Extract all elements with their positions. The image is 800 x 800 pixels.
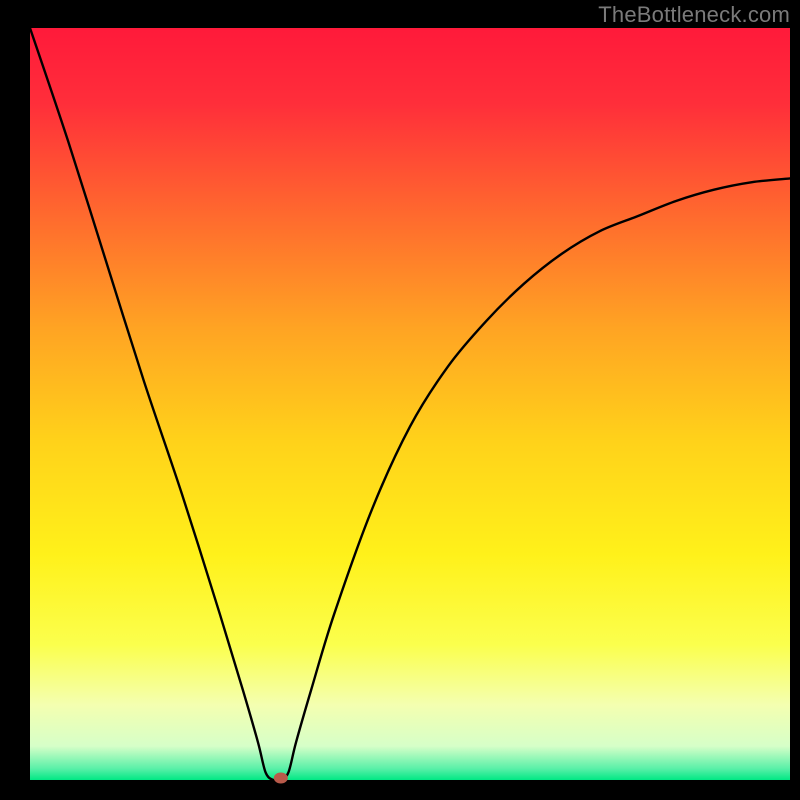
bottleneck-chart <box>0 0 800 800</box>
chart-frame: TheBottleneck.com <box>0 0 800 800</box>
plot-background <box>30 28 790 780</box>
optimum-marker <box>274 773 288 784</box>
watermark-label: TheBottleneck.com <box>598 2 790 28</box>
